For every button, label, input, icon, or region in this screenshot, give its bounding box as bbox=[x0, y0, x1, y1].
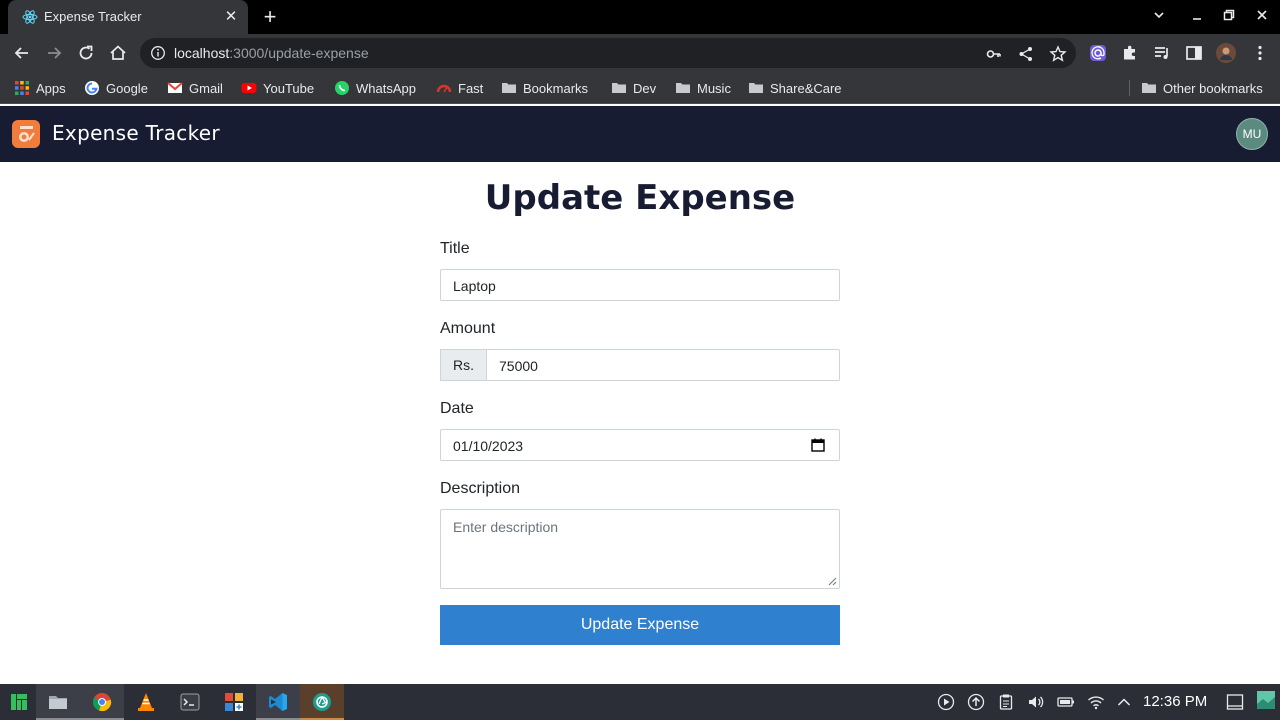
bookmark-folder-share-and-care[interactable]: Share&Care bbox=[748, 79, 842, 97]
profile-avatar-icon[interactable] bbox=[1216, 43, 1236, 63]
user-avatar[interactable]: MU bbox=[1236, 118, 1268, 150]
bookmark-apps[interactable]: Apps bbox=[14, 79, 66, 97]
title-label: Title bbox=[440, 240, 470, 257]
folder-icon bbox=[1142, 83, 1156, 93]
taskbar-vlc[interactable] bbox=[124, 684, 168, 720]
battery-tray-icon[interactable] bbox=[1057, 693, 1075, 711]
bookmark-gmail[interactable]: Gmail bbox=[167, 79, 223, 97]
app-navbar: Expense Tracker MU bbox=[0, 106, 1280, 162]
media-control-icon[interactable] bbox=[1152, 43, 1172, 63]
taskbar-software-center[interactable] bbox=[212, 684, 256, 720]
share-icon[interactable] bbox=[1017, 45, 1035, 63]
forward-icon[interactable] bbox=[42, 41, 66, 65]
app-logo-icon[interactable] bbox=[12, 120, 40, 148]
amount-input-value: 75000 bbox=[499, 358, 538, 374]
aperture-icon bbox=[313, 693, 331, 711]
folder-icon bbox=[612, 83, 626, 93]
minimize-icon[interactable] bbox=[1185, 6, 1209, 28]
folder-icon bbox=[676, 83, 690, 93]
bookmark-other-bookmarks[interactable]: Other bookmarks bbox=[1141, 79, 1263, 97]
software-center-icon bbox=[225, 693, 243, 711]
amount-label: Amount bbox=[440, 320, 496, 337]
description-label: Description bbox=[440, 480, 521, 497]
bookmark-fast[interactable]: Fast bbox=[436, 79, 483, 97]
apps-grid-icon bbox=[15, 81, 29, 95]
amount-input[interactable]: 75000 bbox=[486, 349, 840, 381]
extensions-puzzle-icon[interactable] bbox=[1120, 43, 1140, 63]
extension-at-icon[interactable] bbox=[1088, 43, 1108, 63]
date-input-value: 01/10/2023 bbox=[453, 438, 524, 454]
bookmark-whatsapp[interactable]: WhatsApp bbox=[334, 79, 416, 97]
bookmarks-bar: Apps Google Gmail YouTube WhatsApp Fast … bbox=[0, 72, 1280, 104]
date-label: Date bbox=[440, 400, 474, 417]
bookmark-google[interactable]: Google bbox=[84, 79, 148, 97]
folder-icon bbox=[749, 83, 763, 93]
desktop-preview-icon[interactable] bbox=[1256, 690, 1276, 710]
google-icon bbox=[85, 81, 99, 95]
bookmark-youtube[interactable]: YouTube bbox=[241, 79, 314, 97]
title-input[interactable]: Laptop bbox=[440, 269, 840, 301]
title-input-value: Laptop bbox=[453, 278, 496, 294]
update-expense-button[interactable]: Update Expense bbox=[440, 605, 840, 645]
key-icon[interactable] bbox=[985, 45, 1003, 63]
bookmark-star-icon[interactable] bbox=[1049, 45, 1067, 63]
react-icon bbox=[22, 10, 38, 24]
resize-grip-icon[interactable] bbox=[827, 576, 837, 586]
browser-toolbar: localhost:3000/update-expense bbox=[0, 34, 1280, 72]
clipboard-tray-icon[interactable] bbox=[997, 693, 1015, 711]
restore-icon[interactable] bbox=[1217, 6, 1241, 28]
reload-icon[interactable] bbox=[74, 41, 98, 65]
whatsapp-icon bbox=[335, 81, 349, 95]
currency-prefix: Rs. bbox=[440, 349, 487, 381]
show-desktop-icon[interactable] bbox=[1226, 693, 1244, 711]
side-panel-icon[interactable] bbox=[1184, 43, 1204, 63]
taskbar-start-menu[interactable] bbox=[0, 684, 36, 720]
description-textarea[interactable]: Enter description bbox=[440, 509, 840, 589]
tab-title: Expense Tracker bbox=[44, 9, 142, 24]
bookmarks-divider bbox=[1129, 80, 1130, 96]
vlc-icon bbox=[138, 693, 154, 711]
updates-tray-icon[interactable] bbox=[967, 693, 985, 711]
speedometer-icon bbox=[436, 84, 452, 93]
bookmark-folder-music[interactable]: Music bbox=[675, 79, 731, 97]
address-bar[interactable]: localhost:3000/update-expense bbox=[140, 38, 1076, 68]
file-manager-icon bbox=[49, 696, 67, 709]
bookmark-folder-bookmarks[interactable]: Bookmarks bbox=[501, 79, 588, 97]
browser-tab-strip: Expense Tracker ✕ + bbox=[0, 0, 1280, 34]
vscode-icon bbox=[269, 693, 287, 711]
show-hidden-tray-icon[interactable] bbox=[1115, 693, 1133, 711]
page-title: Update Expense bbox=[484, 178, 796, 218]
url-text: localhost:3000/update-expense bbox=[174, 45, 369, 61]
date-input[interactable]: 01/10/2023 bbox=[440, 429, 840, 461]
terminal-icon bbox=[180, 693, 200, 711]
app-brand[interactable]: Expense Tracker bbox=[52, 121, 220, 145]
manjaro-icon bbox=[11, 694, 27, 710]
taskbar-file-manager[interactable] bbox=[36, 684, 80, 720]
back-icon[interactable] bbox=[10, 41, 34, 65]
description-placeholder: Enter description bbox=[453, 519, 559, 535]
taskbar: 12:36 PM bbox=[0, 684, 1280, 720]
youtube-icon bbox=[241, 83, 257, 93]
browser-tab[interactable]: Expense Tracker ✕ bbox=[8, 0, 248, 34]
chrome-icon bbox=[92, 693, 112, 712]
taskbar-clock[interactable]: 12:36 PM bbox=[1143, 693, 1207, 710]
folder-icon bbox=[502, 83, 516, 93]
taskbar-chrome[interactable] bbox=[80, 684, 124, 720]
taskbar-vscode[interactable] bbox=[256, 684, 300, 720]
chrome-menu-icon[interactable] bbox=[1250, 43, 1270, 63]
media-player-tray-icon[interactable] bbox=[937, 693, 955, 711]
tab-search-icon[interactable] bbox=[1147, 6, 1171, 28]
calendar-icon[interactable] bbox=[811, 438, 825, 452]
wifi-tray-icon[interactable] bbox=[1087, 693, 1105, 711]
bookmark-folder-dev[interactable]: Dev bbox=[611, 79, 656, 97]
new-tab-button[interactable]: + bbox=[258, 6, 282, 30]
site-info-icon[interactable] bbox=[150, 45, 166, 61]
taskbar-terminal[interactable] bbox=[168, 684, 212, 720]
taskbar-app-aperture[interactable] bbox=[300, 684, 344, 720]
gmail-icon bbox=[167, 82, 183, 93]
close-tab-icon[interactable]: ✕ bbox=[222, 8, 240, 26]
close-window-icon[interactable] bbox=[1250, 6, 1274, 28]
volume-tray-icon[interactable] bbox=[1027, 693, 1045, 711]
home-icon[interactable] bbox=[106, 41, 130, 65]
